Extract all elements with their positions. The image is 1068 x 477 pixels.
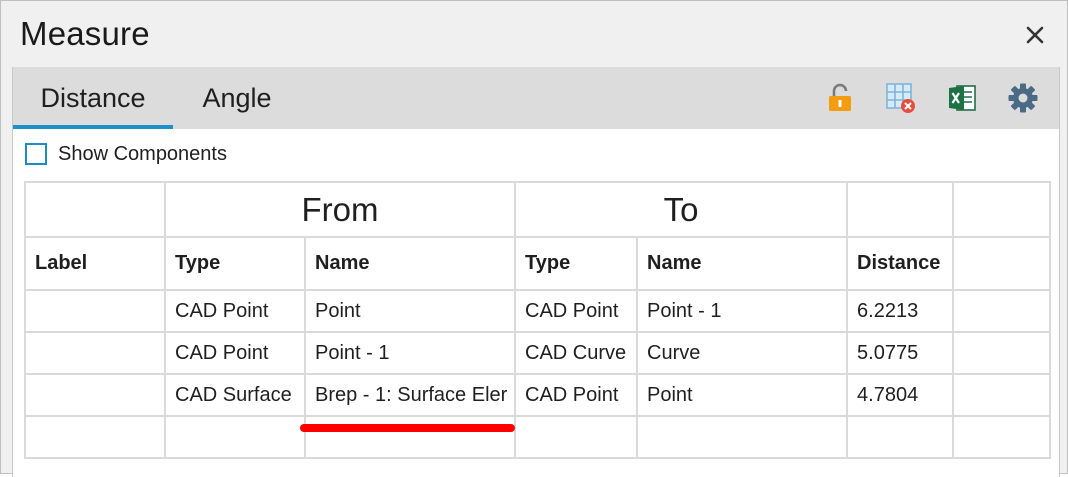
column-header-row: Label Type Name Type Name Distance: [24, 236, 1052, 291]
cell-empty[interactable]: [164, 415, 306, 459]
cell-empty: [952, 415, 1052, 459]
title-bar: Measure: [1, 1, 1067, 67]
column-header-from-type[interactable]: Type: [164, 236, 306, 291]
clear-table-button[interactable]: [884, 81, 918, 115]
cell-to-type[interactable]: CAD Point: [514, 373, 638, 417]
column-header-to-name[interactable]: Name: [635, 236, 849, 291]
cell-distance[interactable]: 4.7804: [846, 373, 955, 417]
show-components-label: Show Components: [58, 142, 227, 165]
unlock-icon: [829, 83, 851, 111]
table-row[interactable]: CAD Surface Brep - 1: Surface Eler CAD P…: [24, 373, 1052, 417]
group-header-empty: [24, 181, 166, 238]
table-row[interactable]: CAD Point Point - 1 CAD Curve Curve 5.07…: [24, 331, 1052, 375]
cell-to-name[interactable]: Curve: [635, 331, 849, 375]
unlock-button[interactable]: [823, 81, 857, 115]
cell-to-type[interactable]: CAD Point: [514, 289, 638, 333]
group-header-row: From To: [24, 181, 1052, 238]
cell-from-type[interactable]: CAD Point: [164, 289, 306, 333]
column-header-extra: [952, 236, 1052, 291]
cell-extra: [952, 373, 1052, 417]
cell-label[interactable]: [24, 289, 166, 333]
cell-to-name[interactable]: Point - 1: [635, 289, 849, 333]
cell-from-name[interactable]: Point - 1: [304, 331, 516, 375]
cell-label[interactable]: [24, 373, 166, 417]
cell-distance[interactable]: 6.2213: [846, 289, 955, 333]
clear-table-icon: [886, 83, 915, 113]
table-row-empty[interactable]: [24, 415, 1052, 459]
red-underline-annotation: [300, 424, 515, 432]
close-icon: [1026, 26, 1044, 44]
window-title: Measure: [20, 15, 150, 52]
excel-export-icon: [949, 85, 976, 111]
cell-from-name[interactable]: Brep - 1: Surface Eler: [304, 373, 516, 417]
cell-empty[interactable]: [304, 415, 516, 459]
show-components-option[interactable]: Show Components: [25, 141, 227, 167]
cell-to-type[interactable]: CAD Curve: [514, 331, 638, 375]
column-header-to-type[interactable]: Type: [514, 236, 638, 291]
cell-empty[interactable]: [24, 415, 166, 459]
table-row[interactable]: CAD Point Point CAD Point Point - 1 6.22…: [24, 289, 1052, 333]
settings-button[interactable]: [1006, 81, 1040, 115]
group-header-empty: [846, 181, 955, 238]
tab-distance[interactable]: Distance: [13, 67, 173, 129]
show-components-checkbox[interactable]: [25, 143, 47, 165]
column-header-from-name[interactable]: Name: [304, 236, 516, 291]
tab-angle[interactable]: Angle: [173, 67, 301, 129]
cell-distance[interactable]: 5.0775: [846, 331, 955, 375]
measure-window: Measure Distance Angle Show Components F…: [0, 0, 1068, 477]
cell-extra: [952, 331, 1052, 375]
settings-gear-icon: [1008, 83, 1038, 113]
cell-to-name[interactable]: Point: [635, 373, 849, 417]
cell-from-name[interactable]: Point: [304, 289, 516, 333]
cell-extra: [952, 289, 1052, 333]
column-header-distance[interactable]: Distance: [846, 236, 955, 291]
group-header-from: From: [164, 181, 516, 238]
group-header-to: To: [513, 181, 849, 238]
excel-export-button[interactable]: [945, 81, 979, 115]
group-header-empty: [952, 181, 1052, 238]
column-header-label[interactable]: Label: [24, 236, 166, 291]
measure-panel: Distance Angle Show Components From To L…: [12, 67, 1060, 477]
close-button[interactable]: [1019, 19, 1051, 51]
cell-label[interactable]: [24, 331, 166, 375]
cell-from-type[interactable]: CAD Surface: [164, 373, 306, 417]
cell-empty[interactable]: [514, 415, 638, 459]
measure-table: From To Label Type Name Type Name Distan…: [24, 181, 1052, 459]
cell-empty[interactable]: [635, 415, 849, 459]
cell-empty[interactable]: [846, 415, 955, 459]
tab-bar: Distance Angle: [13, 67, 1059, 129]
cell-from-type[interactable]: CAD Point: [164, 331, 306, 375]
